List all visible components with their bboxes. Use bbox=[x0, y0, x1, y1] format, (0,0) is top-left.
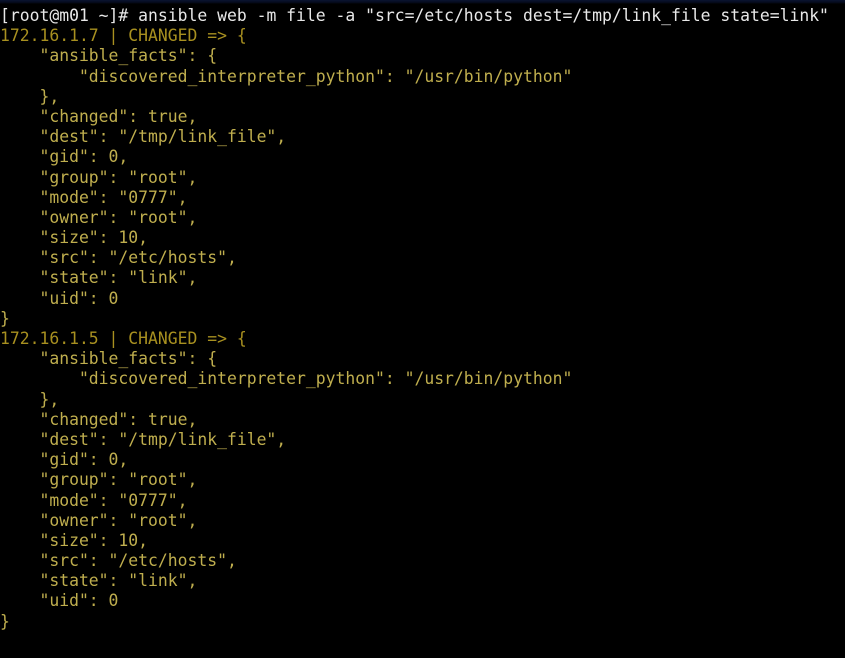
json-output-line: "ansible_facts": { bbox=[0, 46, 218, 66]
json-output-line: "state": "link", bbox=[0, 571, 198, 591]
json-output-line: "discovered_interpreter_python": "/usr/b… bbox=[0, 66, 573, 86]
json-output-line: }, bbox=[0, 389, 60, 409]
json-output-line: "group": "root", bbox=[0, 470, 198, 490]
json-output-line: }, bbox=[0, 86, 60, 106]
json-output-line: "uid": 0 bbox=[0, 591, 119, 611]
shell-prompt: [root@m01 ~]# bbox=[0, 6, 129, 25]
json-output-line: "dest": "/tmp/link_file", bbox=[0, 429, 287, 449]
json-output-line: "gid": 0, bbox=[0, 147, 129, 167]
json-output-line: "mode": "0777", bbox=[0, 187, 188, 207]
json-output-line: "src": "/etc/hosts", bbox=[0, 248, 237, 268]
terminal-window[interactable]: [root@m01 ~]# ansible web -m file -a "sr… bbox=[0, 0, 845, 658]
host-result-header: 172.16.1.7 | CHANGED => { bbox=[0, 26, 247, 46]
json-output-line: "size": 10, bbox=[0, 530, 149, 550]
json-output-line: "dest": "/tmp/link_file", bbox=[0, 127, 287, 147]
command-output: 172.16.1.7 | CHANGED => { "ansible_facts… bbox=[0, 26, 845, 632]
json-output-line: "src": "/etc/hosts", bbox=[0, 551, 237, 571]
json-output-line: "state": "link", bbox=[0, 268, 198, 288]
json-output-line: "discovered_interpreter_python": "/usr/b… bbox=[0, 369, 573, 389]
json-closing-brace: } bbox=[0, 308, 10, 328]
json-output-line: "group": "root", bbox=[0, 167, 198, 187]
host-result-header: 172.16.1.5 | CHANGED => { bbox=[0, 329, 247, 348]
json-output-line: "owner": "root", bbox=[0, 510, 198, 530]
json-output-line: "owner": "root", bbox=[0, 207, 198, 227]
json-output-line: "uid": 0 bbox=[0, 288, 119, 308]
command-line: [root@m01 ~]# ansible web -m file -a "sr… bbox=[0, 6, 845, 26]
json-output-line: "size": 10, bbox=[0, 228, 149, 248]
json-output-line: "gid": 0, bbox=[0, 450, 129, 470]
command-text: ansible web -m file -a "src=/etc/hosts d… bbox=[128, 6, 829, 25]
json-output-line: "ansible_facts": { bbox=[0, 349, 218, 369]
json-output-line: "changed": true, bbox=[0, 409, 198, 429]
json-output-line: "changed": true, bbox=[0, 106, 198, 126]
json-closing-brace: } bbox=[0, 611, 10, 631]
terminal-screen[interactable]: [root@m01 ~]# ansible web -m file -a "sr… bbox=[0, 4, 845, 632]
json-output-line: "mode": "0777", bbox=[0, 490, 188, 510]
